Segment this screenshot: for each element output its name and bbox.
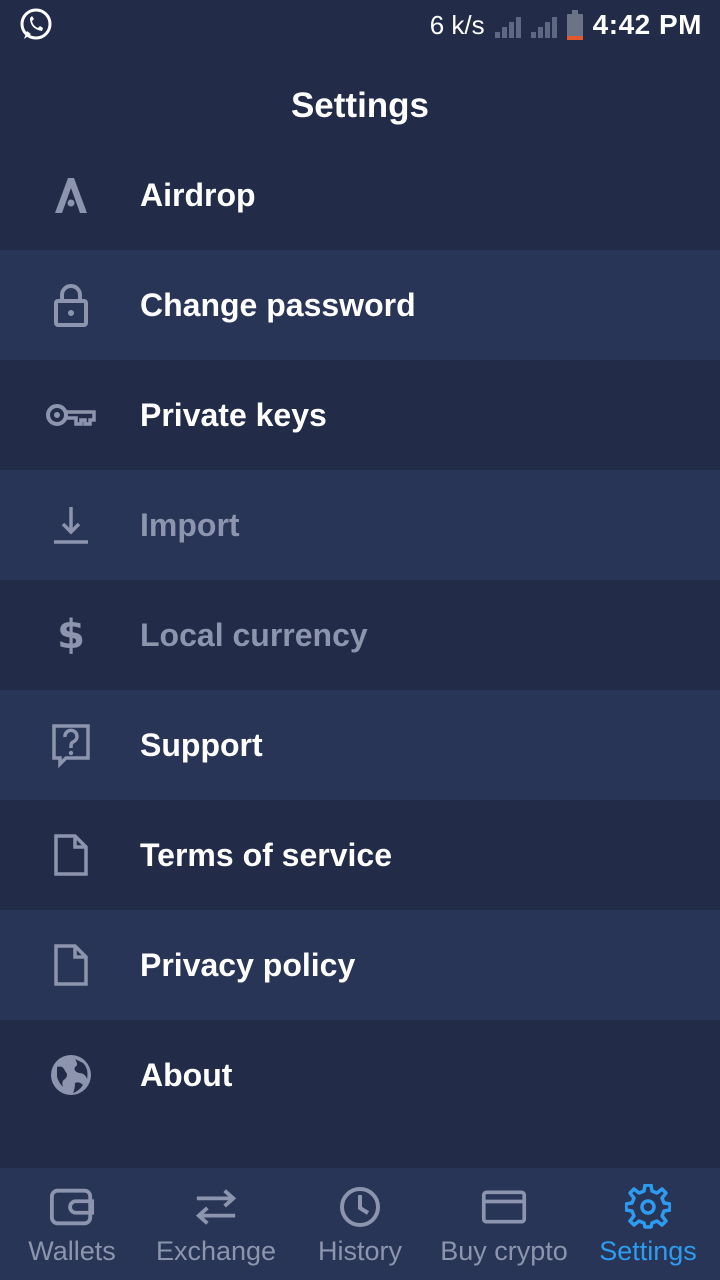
card-icon [481,1184,527,1230]
key-icon [44,388,98,442]
network-speed: 6 k/s [429,9,485,40]
nav-label: Buy crypto [440,1236,568,1266]
signal-icon [530,12,557,38]
menu-item-label: Airdrop [140,176,256,213]
menu-item-change-password[interactable]: Change password [0,250,720,360]
nav-wallets[interactable]: Wallets [0,1168,144,1280]
menu-item-support[interactable]: Support [0,690,720,800]
nav-buy-crypto[interactable]: Buy crypto [432,1168,576,1280]
status-time: 4:42 PM [592,9,702,40]
nav-label: History [317,1236,402,1266]
menu-item-privacy-policy[interactable]: Privacy policy [0,910,720,1020]
gear-icon [625,1184,671,1230]
menu-item-private-keys[interactable]: Private keys [0,360,720,470]
nav-history[interactable]: History [288,1168,432,1280]
battery-icon [566,10,583,40]
whatsapp-icon [18,7,54,43]
bottom-nav: Wallets Exchange History Buy crypto Sett… [0,1168,720,1280]
menu-item-label: Change password [140,286,416,323]
settings-menu: Airdrop Change password Private keys Imp… [0,140,720,1130]
menu-item-local-currency[interactable]: $ Local currency [0,580,720,690]
dollar-icon: $ [57,612,85,658]
menu-item-label: Support [140,726,263,763]
menu-item-label: Terms of service [140,836,392,873]
airdrop-icon [44,168,98,222]
menu-item-about[interactable]: About [0,1020,720,1130]
exchange-icon [193,1184,239,1230]
nav-label: Exchange [155,1236,277,1266]
menu-item-label: Import [140,506,240,543]
menu-item-label: About [140,1056,233,1093]
globe-icon [44,1048,98,1102]
menu-item-label: Privacy policy [140,946,356,983]
signal-icon [494,12,521,38]
wallet-icon [49,1184,95,1230]
lock-icon [44,278,98,332]
document-icon [44,828,98,882]
nav-settings[interactable]: Settings [576,1168,720,1280]
menu-item-label: Private keys [140,396,327,433]
status-bar: 6 k/s 4:42 PM [0,0,720,50]
nav-exchange[interactable]: Exchange [144,1168,288,1280]
menu-item-terms-of-service[interactable]: Terms of service [0,800,720,910]
download-icon [44,498,98,552]
document-icon [44,938,98,992]
nav-label: Wallets [28,1236,116,1266]
clock-icon [337,1184,383,1230]
menu-item-label: Local currency [140,616,368,653]
menu-item-airdrop[interactable]: Airdrop [0,140,720,250]
help-icon [44,718,98,772]
nav-label: Settings [599,1236,697,1266]
page-title: Settings [290,86,430,125]
menu-item-import[interactable]: Import [0,470,720,580]
